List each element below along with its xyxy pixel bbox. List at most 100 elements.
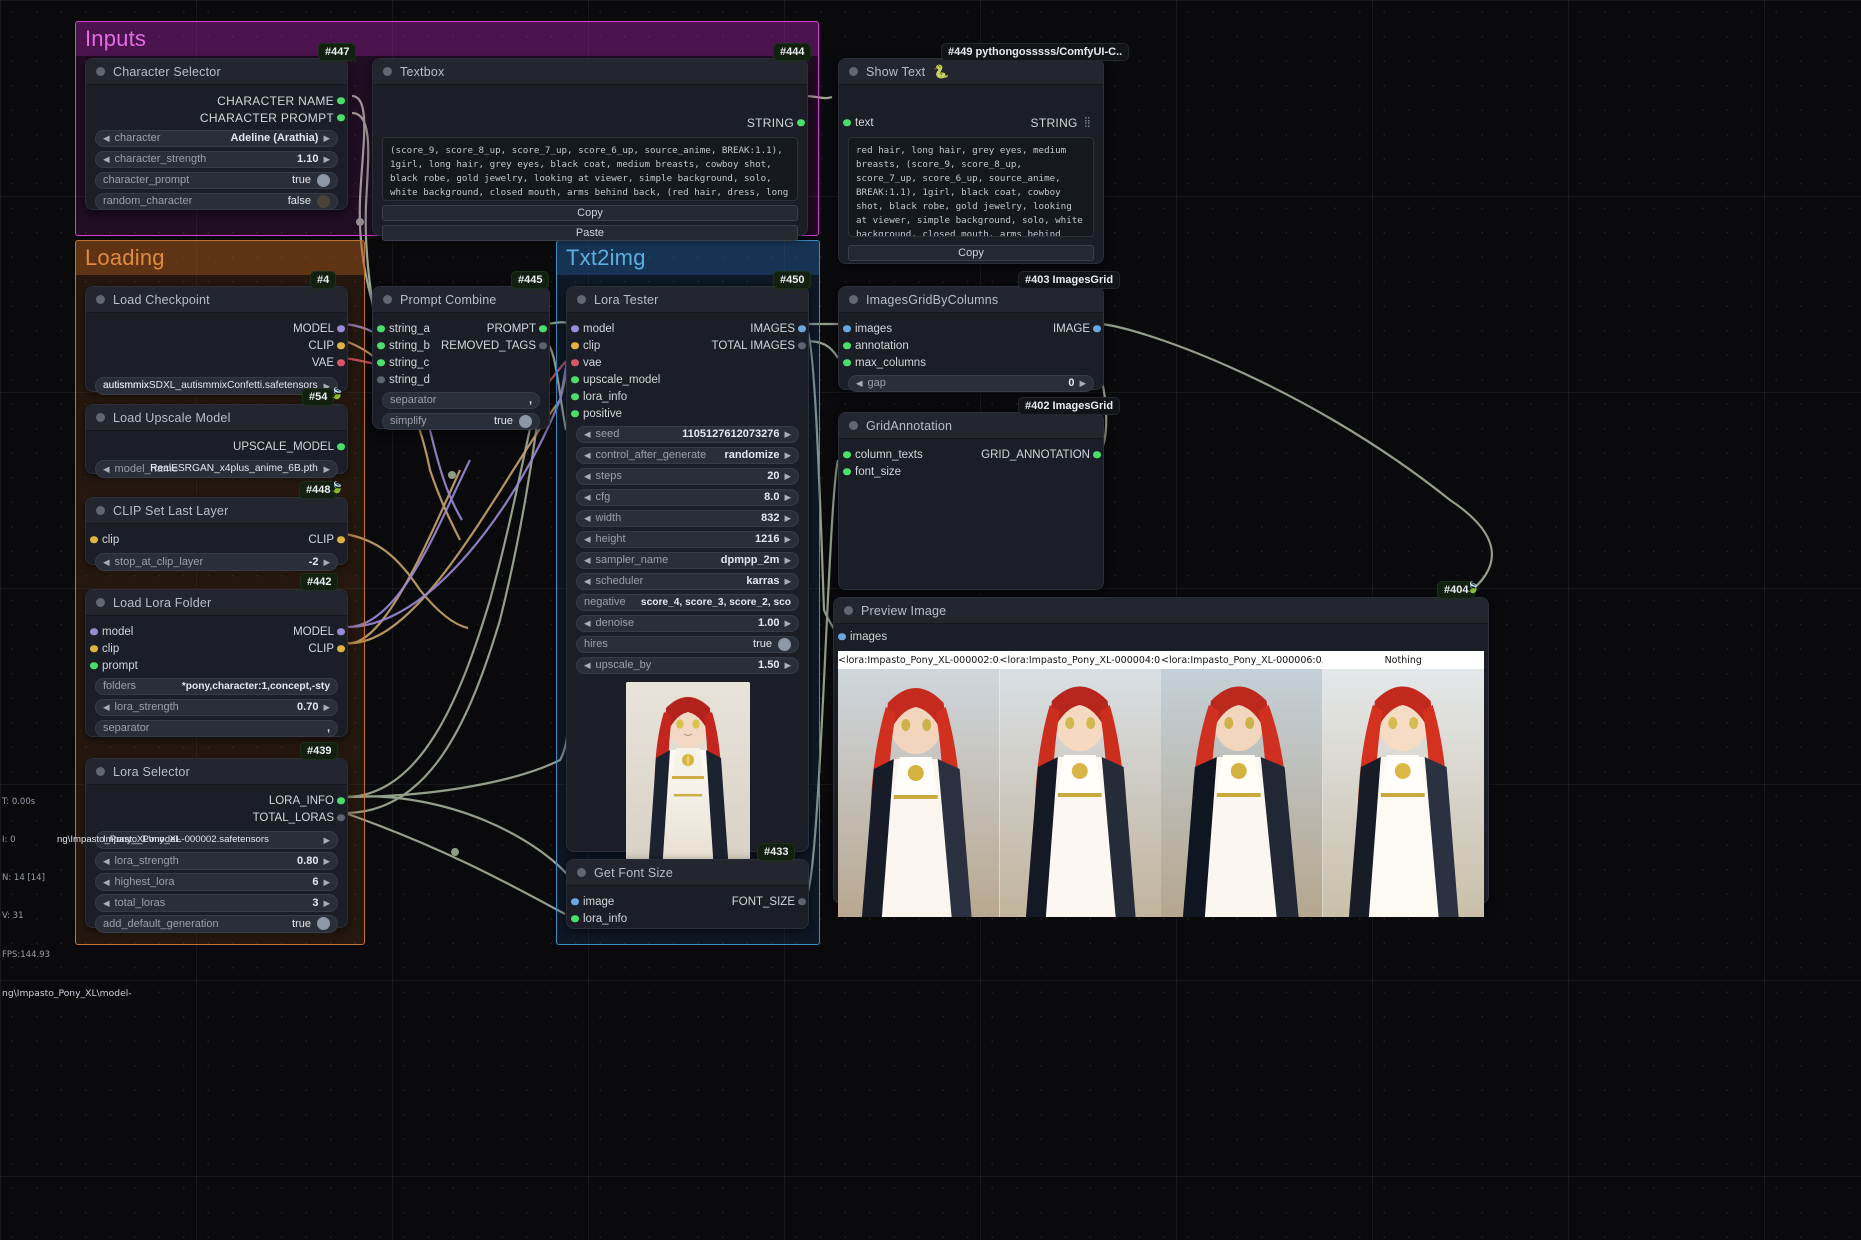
decrement-icon[interactable]: ◀ [103,703,110,712]
port-dot[interactable] [571,392,579,401]
port-removed-tags-out[interactable]: REMOVED_TAGS [441,337,549,354]
port-vae-in[interactable]: vae [567,354,808,371]
port-clip-in[interactable]: clip [567,337,600,354]
port-clip-in[interactable]: clip [86,640,119,657]
port-dot[interactable] [843,118,851,127]
port-positive-in[interactable]: positive [567,405,808,422]
widget-character-prompt[interactable]: character_prompt true [95,171,338,189]
decrement-icon[interactable]: ◀ [584,661,591,670]
widget-steps[interactable]: ◀ steps 20 ▶ [576,467,799,485]
increment-icon[interactable]: ▶ [323,464,330,474]
port-dot[interactable] [377,324,385,333]
increment-icon[interactable]: ▶ [1079,379,1086,388]
collapse-icon[interactable] [383,67,392,76]
grid-cell-0[interactable] [838,669,1000,917]
widget-sampler-name[interactable]: ◀ sampler_name dpmpp_2m ▶ [576,551,799,569]
node-textbox[interactable]: Textbox STRING (score_9, score_8_up, sco… [372,58,808,241]
port-dot[interactable] [337,324,345,333]
port-dot[interactable] [90,627,98,636]
port-dot[interactable] [337,113,345,122]
widget-control-after-generate[interactable]: ◀ control_after_generate randomize ▶ [576,446,799,464]
collapse-icon[interactable] [96,413,105,422]
toggle-switch[interactable] [778,637,791,651]
collapse-icon[interactable] [383,295,392,304]
port-clip-out[interactable]: CLIP [308,640,347,657]
node-title-bar[interactable]: Preview Image [834,598,1488,624]
port-dot[interactable] [571,897,579,906]
port-dot[interactable] [337,442,345,451]
node-title-bar[interactable]: Load Upscale Model [86,405,347,431]
decrement-icon[interactable]: ◀ [584,556,591,565]
port-dot[interactable] [539,341,547,350]
increment-icon[interactable]: ▶ [784,514,791,523]
node-title-bar[interactable]: CLIP Set Last Layer [86,498,347,524]
widget-lora-strength[interactable]: ◀ lora_strength 0.70 ▶ [95,698,338,716]
widget-seed[interactable]: ◀ seed 1105127612073276 ▶ [576,425,799,443]
paste-button[interactable]: Paste [382,225,798,241]
increment-icon[interactable]: ▶ [323,703,330,712]
increment-icon[interactable]: ▶ [784,577,791,586]
decrement-icon[interactable]: ◀ [584,535,591,544]
port-font-size-out[interactable]: FONT_SIZE [732,893,808,910]
decrement-icon[interactable]: ◀ [584,514,591,523]
node-title-bar[interactable]: Prompt Combine [373,287,549,313]
port-dot[interactable] [798,324,806,333]
decrement-icon[interactable]: ◀ [584,619,591,628]
collapse-icon[interactable] [844,606,853,615]
resize-grip-icon[interactable]: ⣿ [1084,117,1091,128]
decrement-icon[interactable]: ◀ [584,451,591,460]
port-dot[interactable] [843,450,851,459]
widget-separator[interactable]: separator , [95,719,338,737]
port-dot[interactable] [377,341,385,350]
decrement-icon[interactable]: ◀ [584,430,591,439]
port-dot[interactable] [539,324,547,333]
port-vae-out[interactable]: VAE [86,354,347,371]
widget-cfg[interactable]: ◀ cfg 8.0 ▶ [576,488,799,506]
toggle-switch[interactable] [317,194,330,208]
node-title-bar[interactable]: Load Checkpoint [86,287,347,313]
port-dot[interactable] [377,375,385,384]
port-model-out[interactable]: MODEL [86,320,347,337]
increment-icon[interactable]: ▶ [323,134,330,143]
port-dot[interactable] [843,341,851,350]
port-font-size-in[interactable]: font_size [839,463,1103,480]
decrement-icon[interactable]: ◀ [584,493,591,502]
port-dot[interactable] [337,535,345,544]
node-show-text[interactable]: Show Text 🐍 text STRING ⣿ red hair, long… [838,58,1104,264]
port-annotation-in[interactable]: annotation [839,337,1103,354]
node-title-bar[interactable]: GridAnnotation [839,413,1103,439]
port-string-out[interactable]: STRING [373,114,807,131]
widget-stop-at-clip-layer[interactable]: ◀ stop_at_clip_layer -2 ▶ [95,553,338,571]
increment-icon[interactable]: ▶ [784,430,791,439]
toggle-switch[interactable] [519,414,532,428]
port-dot[interactable] [337,96,345,105]
node-get-font-size[interactable]: Get Font Size image FONT_SIZE lora_info [566,859,809,929]
port-dot[interactable] [337,358,345,367]
port-images-in[interactable]: images [834,628,1488,645]
port-dot[interactable] [843,358,851,367]
port-dot[interactable] [337,644,345,653]
port-upscale-model-in[interactable]: upscale_model [567,371,808,388]
increment-icon[interactable]: ▶ [323,155,330,164]
port-dot[interactable] [797,118,805,127]
port-text-in[interactable]: text [839,114,874,131]
port-string-c[interactable]: string_c [373,354,549,371]
decrement-icon[interactable]: ◀ [584,472,591,481]
node-load-lora-folder[interactable]: Load Lora Folder model MODEL clip CLIP p… [85,589,348,737]
port-images-out[interactable]: IMAGES [750,320,808,337]
grid-cell-3[interactable] [1322,669,1484,917]
port-model-out[interactable]: MODEL [293,623,347,640]
node-preview-image[interactable]: Preview Image images <lora:Impasto_Pony_… [833,597,1489,917]
node-title-bar[interactable]: Textbox [373,59,807,85]
node-title-bar[interactable]: ImagesGridByColumns [839,287,1103,313]
widget-separator[interactable]: separator , [382,391,540,409]
grid-cell-1[interactable] [999,669,1161,917]
port-grid-annotation-out[interactable]: GRID_ANNOTATION [981,446,1103,463]
widget-hires[interactable]: hires true [576,635,799,653]
increment-icon[interactable]: ▶ [323,877,330,887]
port-dot[interactable] [571,375,579,384]
port-dot[interactable] [337,627,345,636]
node-load-upscale-model[interactable]: Load Upscale Model UPSCALE_MODEL ◀ model… [85,404,348,478]
decrement-icon[interactable]: ◀ [103,134,110,143]
port-model-in[interactable]: model [567,320,614,337]
